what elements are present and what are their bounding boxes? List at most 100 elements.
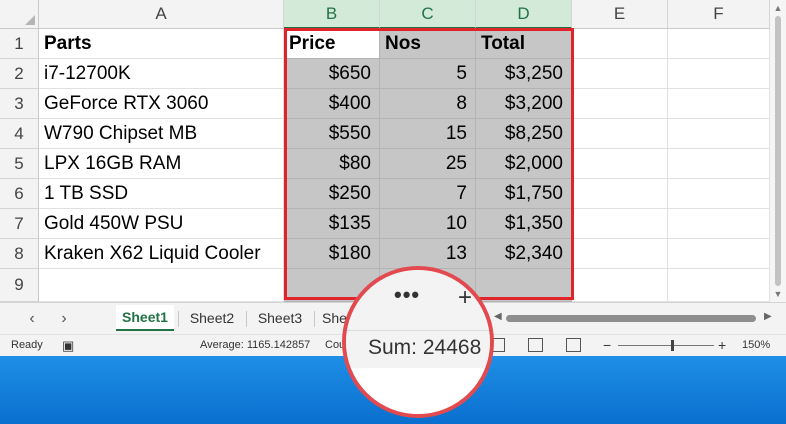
page-layout-view-icon[interactable]	[528, 338, 543, 352]
row-header-2[interactable]: 2	[0, 59, 39, 89]
cell-b1[interactable]: Price	[284, 29, 380, 59]
hscroll-left-arrow-icon[interactable]: ◀	[494, 311, 502, 322]
row-header-1[interactable]: 1	[0, 29, 39, 59]
cell-a6[interactable]: 1 TB SSD	[39, 179, 284, 209]
cell-f7[interactable]	[668, 209, 770, 239]
cell-e5[interactable]	[572, 149, 668, 179]
row-header-6[interactable]: 6	[0, 179, 39, 209]
sheet-tab-sheet1[interactable]: Sheet1	[116, 305, 174, 331]
status-sum[interactable]: Sum: 24468	[368, 336, 481, 360]
cell-f5[interactable]	[668, 149, 770, 179]
sheet-tab-sheet2[interactable]: Sheet2	[184, 305, 240, 331]
cell-a7[interactable]: Gold 450W PSU	[39, 209, 284, 239]
cell-e9[interactable]	[572, 269, 668, 302]
horizontal-scroll-thumb[interactable]	[506, 315, 756, 322]
cell-a3[interactable]: GeForce RTX 3060	[39, 89, 284, 119]
column-header-a[interactable]: A	[39, 0, 284, 29]
magnifier-status-area: Sum: 24468	[346, 330, 490, 368]
cell-e1[interactable]	[572, 29, 668, 59]
hscroll-right-arrow-icon[interactable]: ▶	[764, 311, 772, 322]
cell-d5[interactable]: $2,000	[476, 149, 572, 179]
tab-separator	[246, 311, 247, 327]
cell-a5[interactable]: LPX 16GB RAM	[39, 149, 284, 179]
tab-separator	[314, 311, 315, 327]
column-header-c[interactable]: C	[380, 0, 476, 29]
cell-f9[interactable]	[668, 269, 770, 302]
cell-c5[interactable]: 25	[380, 149, 476, 179]
select-all-corner[interactable]	[0, 0, 39, 29]
zoom-in-button[interactable]: +	[718, 337, 726, 353]
cell-d9[interactable]	[476, 269, 572, 302]
select-all-triangle-icon	[25, 15, 35, 25]
cell-a2[interactable]: i7-12700K	[39, 59, 284, 89]
tab-separator	[178, 311, 179, 327]
cell-c4[interactable]: 15	[380, 119, 476, 149]
cell-e6[interactable]	[572, 179, 668, 209]
status-ready: Ready	[11, 339, 43, 351]
cell-d3[interactable]: $3,200	[476, 89, 572, 119]
cell-f4[interactable]	[668, 119, 770, 149]
new-sheet-plus-icon[interactable]: +	[458, 284, 472, 312]
zoom-slider-knob[interactable]	[671, 340, 674, 351]
column-header-b[interactable]: B	[284, 0, 380, 29]
cell-e7[interactable]	[572, 209, 668, 239]
cell-f2[interactable]	[668, 59, 770, 89]
cell-e3[interactable]	[572, 89, 668, 119]
cell-f8[interactable]	[668, 239, 770, 269]
cell-c7[interactable]: 10	[380, 209, 476, 239]
scroll-down-arrow-icon[interactable]: ▼	[772, 288, 784, 300]
cell-f1[interactable]	[668, 29, 770, 59]
cell-b8[interactable]: $180	[284, 239, 380, 269]
vertical-scrollbar[interactable]: ▲ ▼	[770, 0, 786, 302]
next-sheet-chevron-right-icon[interactable]: ›	[54, 309, 74, 329]
cell-c2[interactable]: 5	[380, 59, 476, 89]
cell-d8[interactable]: $2,340	[476, 239, 572, 269]
row-header-4[interactable]: 4	[0, 119, 39, 149]
cell-e8[interactable]	[572, 239, 668, 269]
cell-d7[interactable]: $1,350	[476, 209, 572, 239]
column-header-f[interactable]: F	[668, 0, 770, 29]
scroll-up-arrow-icon[interactable]: ▲	[772, 2, 784, 14]
sheet-tab-sheet3[interactable]: Sheet3	[252, 305, 308, 331]
cell-d1[interactable]: Total	[476, 29, 572, 59]
vertical-scroll-thumb[interactable]	[775, 16, 781, 286]
cell-e4[interactable]	[572, 119, 668, 149]
cell-b5[interactable]: $80	[284, 149, 380, 179]
cell-d4[interactable]: $8,250	[476, 119, 572, 149]
row-header-3[interactable]: 3	[0, 89, 39, 119]
accessibility-icon[interactable]: ▣	[62, 338, 74, 354]
row-header-5[interactable]: 5	[0, 149, 39, 179]
zoom-slider[interactable]	[618, 345, 714, 346]
cell-d6[interactable]: $1,750	[476, 179, 572, 209]
zoom-out-button[interactable]: −	[603, 337, 611, 353]
status-average[interactable]: Average: 1165.142857	[200, 339, 310, 351]
cell-b3[interactable]: $400	[284, 89, 380, 119]
zoom-level[interactable]: 150%	[742, 339, 770, 351]
cell-a1[interactable]: Parts	[39, 29, 284, 59]
column-header-e[interactable]: E	[572, 0, 668, 29]
cell-c6[interactable]: 7	[380, 179, 476, 209]
cell-a9[interactable]	[39, 269, 284, 302]
row-header-8[interactable]: 8	[0, 239, 39, 269]
more-options-icon[interactable]: •••	[394, 282, 420, 308]
cell-b4[interactable]: $550	[284, 119, 380, 149]
magnifier-tab-area: ••• +	[346, 270, 490, 332]
column-header-d[interactable]: D	[476, 0, 572, 29]
cell-a4[interactable]: W790 Chipset MB	[39, 119, 284, 149]
cell-f6[interactable]	[668, 179, 770, 209]
page-break-view-icon[interactable]	[566, 338, 581, 352]
cell-c8[interactable]: 13	[380, 239, 476, 269]
row-header-9[interactable]: 9	[0, 269, 39, 302]
cell-e2[interactable]	[572, 59, 668, 89]
cell-b2[interactable]: $650	[284, 59, 380, 89]
magnifier-callout: ••• + Sum: 24468	[342, 266, 494, 418]
prev-sheet-chevron-left-icon[interactable]: ‹	[22, 309, 42, 329]
cell-b6[interactable]: $250	[284, 179, 380, 209]
cell-c3[interactable]: 8	[380, 89, 476, 119]
cell-c1[interactable]: Nos	[380, 29, 476, 59]
cell-f3[interactable]	[668, 89, 770, 119]
cell-a8[interactable]: Kraken X62 Liquid Cooler	[39, 239, 284, 269]
cell-b7[interactable]: $135	[284, 209, 380, 239]
row-header-7[interactable]: 7	[0, 209, 39, 239]
cell-d2[interactable]: $3,250	[476, 59, 572, 89]
